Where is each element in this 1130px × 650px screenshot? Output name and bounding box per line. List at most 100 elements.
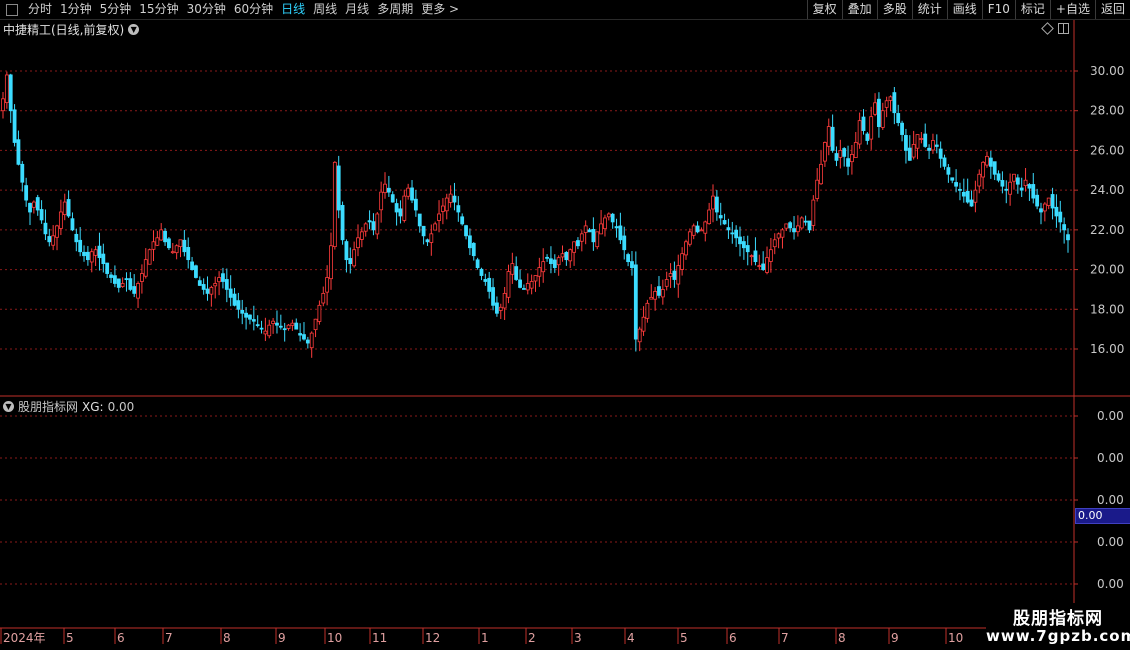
candle-body [456,205,461,213]
indicator-axis-label: 0.00 [1097,493,1124,507]
kline-chart-canvas[interactable]: 30.0028.0026.0024.0022.0020.0018.0016.00… [0,0,1130,650]
candle-body [788,222,793,229]
candle-body [603,217,607,230]
candle-body [753,250,758,263]
candle-body [641,316,646,332]
time-label: 10 [327,631,342,645]
candle-body [28,202,32,213]
candle-body [4,74,9,104]
candle-body [938,148,943,159]
candle-body [1031,184,1036,199]
candle-body [275,322,279,326]
candle-body [518,279,522,288]
candle-body [722,220,727,225]
candle-body [402,195,407,221]
candle-body [942,157,947,167]
candle-body [1050,194,1055,209]
candle-body [923,133,928,147]
indicator-title: ▼ 股朋指标网 XG: 0.00 [3,398,134,415]
candle-body [664,279,669,287]
candle-body [1004,188,1009,191]
time-label: 9 [891,631,899,645]
candle-body [691,225,696,236]
candle-body [618,225,623,241]
candle-body [904,135,908,151]
candle-body [309,332,314,349]
candle-body [128,278,133,290]
watermark-name: 股朋指标网 [1013,609,1103,629]
candle-body [140,273,144,282]
candle-body [113,275,117,284]
candle-body [579,233,584,242]
candle-body [178,239,183,247]
candle-body [525,283,530,291]
candle-body [390,194,395,203]
candle-body [278,325,283,328]
candle-body [892,92,897,114]
candle-body [726,227,731,231]
price-label: 16.00 [1090,342,1124,356]
candle-body [1027,184,1032,189]
price-label: 22.00 [1090,223,1124,237]
candle-body [305,339,310,344]
candle-body [205,288,210,294]
candle-body [919,138,924,140]
candle-body [124,278,129,281]
indicator-axis-label: 0.00 [1097,577,1124,591]
candle-body [89,251,94,263]
candle-body [988,157,993,167]
candle-body [826,126,831,147]
time-label: 2024年 [3,631,46,645]
candle-body [85,251,90,261]
candle-body [290,322,295,326]
candle-body [799,217,804,229]
candle-body [425,239,430,243]
candle-body [537,267,542,277]
candle-body [190,261,194,270]
candle-body [880,110,885,128]
candle-body [24,185,29,201]
candle-body [768,249,773,262]
time-label: 12 [425,631,440,645]
price-label: 24.00 [1090,183,1124,197]
candle-body [556,257,561,266]
candle-body [911,144,916,158]
chevron-down-icon[interactable]: ▼ [3,401,14,412]
time-label: 2 [528,631,536,645]
price-label: 30.00 [1090,64,1124,78]
candle-body [1023,179,1028,187]
candle-body [927,147,931,151]
candle-body [811,199,816,226]
candle-body [545,256,549,259]
candle-body [151,241,156,250]
candle-body [221,273,225,282]
candle-body [587,229,592,233]
candle-body [1042,203,1047,212]
candle-body [47,236,52,243]
current-value-tag: 0.00 [1075,508,1130,524]
candle-body [348,258,353,265]
candle-body [884,100,889,108]
candle-body [394,203,399,213]
candle-body [105,262,110,274]
candle-body [495,302,499,314]
candle-body [568,249,573,262]
candle-body [228,288,233,298]
candle-body [1035,194,1040,207]
watermark-logo: 股朋指标网 www.7gpzb.com [986,603,1130,650]
candle-body [842,148,847,157]
candle-body [224,279,229,290]
candle-body [70,218,75,231]
candle-body [55,225,59,238]
indicator-name: 股朋指标网 [18,400,79,414]
candle-body [529,281,534,289]
candle-body [738,236,742,245]
candle-body [850,153,854,163]
candle-body [282,328,287,331]
candle-body [109,274,113,278]
candle-body [703,221,708,234]
candle-body [583,225,588,233]
candle-body [82,251,86,257]
candle-body [873,102,877,115]
candle-body [352,249,357,267]
